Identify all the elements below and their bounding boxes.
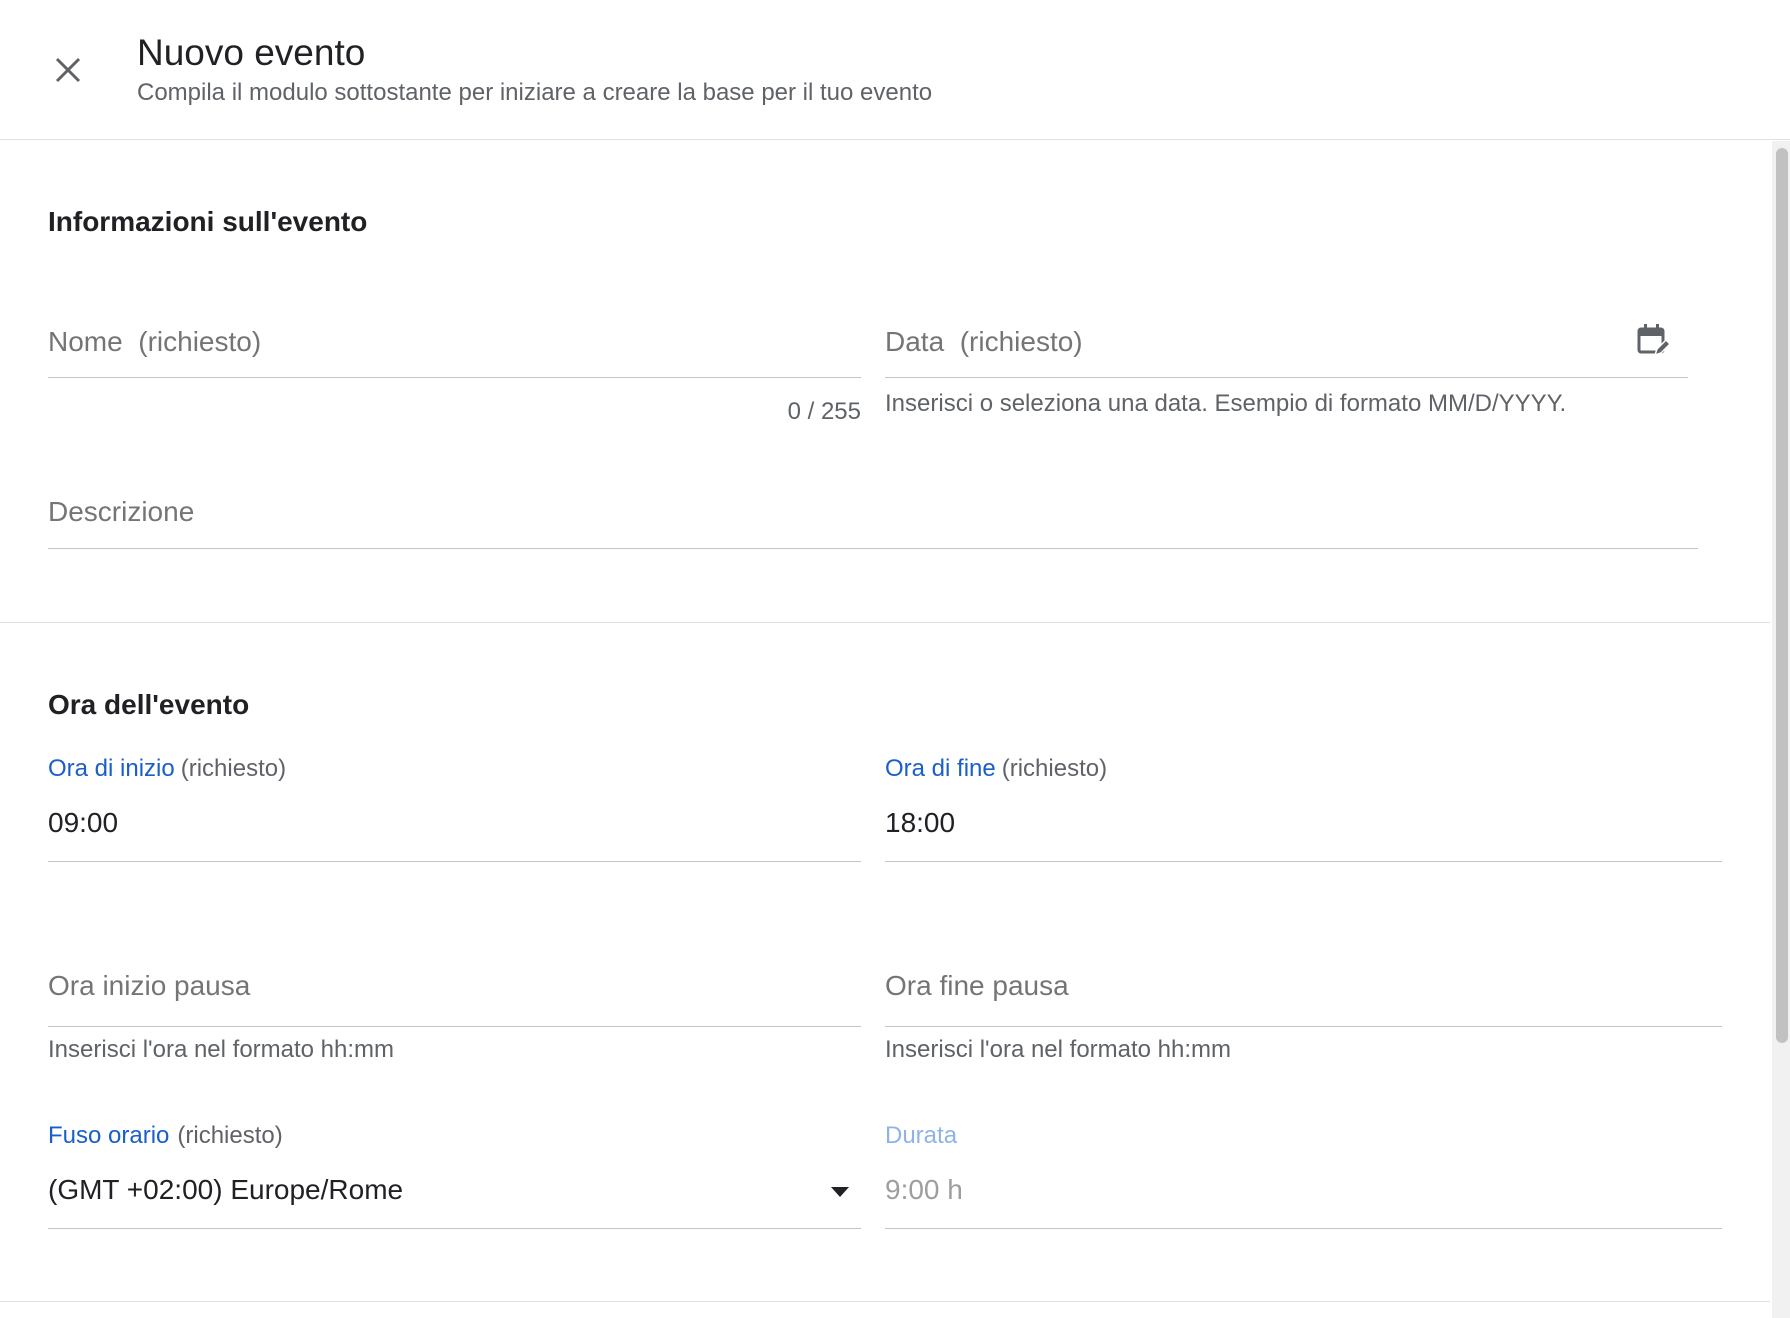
break-end-label: Ora fine pausa (885, 970, 1069, 1001)
break-start-label: Ora inizio pausa (48, 970, 251, 1001)
break-end-underline (885, 1026, 1722, 1027)
section-divider (0, 622, 1770, 623)
page-subtitle: Compila il modulo sottostante per inizia… (137, 79, 933, 106)
description-field[interactable]: Descrizione (48, 490, 1698, 550)
end-time-label: Ora di fine (richiesto) (885, 755, 1108, 782)
break-end-field[interactable]: Ora fine pausa (885, 970, 1722, 1030)
close-icon (55, 57, 81, 83)
break-start-field[interactable]: Ora inizio pausa (48, 970, 861, 1030)
duration-label: Durata (885, 1122, 958, 1149)
name-field[interactable]: Nome (richiesto) (48, 320, 861, 380)
name-char-counter: 0 / 255 (787, 398, 861, 425)
duration-underline (885, 1228, 1722, 1229)
break-end-helper: Inserisci l'ora nel formato hh:mm (885, 1036, 1232, 1063)
close-button[interactable] (48, 50, 88, 90)
duration-value: 9:00 h (885, 1174, 963, 1205)
start-time-field[interactable]: Ora di inizio (richiesto) 09:00 (48, 755, 861, 863)
end-time-field[interactable]: Ora di fine (richiesto) 18:00 (885, 755, 1722, 863)
timezone-select[interactable]: Fuso orario (richiesto) (GMT +02:00) Euro… (48, 1122, 861, 1230)
start-time-underline (48, 861, 861, 862)
date-picker-button[interactable] (1635, 322, 1672, 358)
start-time-label: Ora di inizio (richiesto) (48, 755, 287, 782)
page-title: Nuovo evento (137, 32, 366, 73)
description-field-underline (48, 548, 1698, 549)
dialog-header: Nuovo evento Compila il modulo sottostan… (0, 0, 1790, 140)
timezone-underline (48, 1228, 861, 1229)
scrollbar-thumb[interactable] (1776, 148, 1788, 1043)
name-field-label: Nome (richiesto) (48, 326, 262, 357)
timezone-label: Fuso orario (richiesto) (48, 1122, 283, 1149)
section-title-event-info: Informazioni sull'evento (48, 206, 368, 237)
break-start-underline (48, 1026, 861, 1027)
section-title-event-time: Ora dell'evento (48, 689, 250, 720)
date-field-label: Data (richiesto) (885, 326, 1083, 357)
duration-field: Durata 9:00 h (885, 1122, 1722, 1230)
start-time-value: 09:00 (48, 807, 119, 838)
name-field-underline (48, 377, 861, 378)
date-field[interactable]: Data (richiesto) (885, 320, 1688, 380)
end-time-underline (885, 861, 1722, 862)
calendar-edit-icon (1637, 324, 1672, 357)
dropdown-arrow-icon (831, 1187, 849, 1197)
description-field-label: Descrizione (48, 496, 195, 527)
timezone-value: (GMT +02:00) Europe/Rome (48, 1174, 404, 1205)
section-divider-bottom (0, 1301, 1770, 1302)
end-time-value: 18:00 (885, 807, 956, 838)
date-helper-text: Inserisci o seleziona una data. Esempio … (885, 390, 1567, 417)
date-field-underline (885, 377, 1688, 378)
break-start-helper: Inserisci l'ora nel formato hh:mm (48, 1036, 395, 1063)
